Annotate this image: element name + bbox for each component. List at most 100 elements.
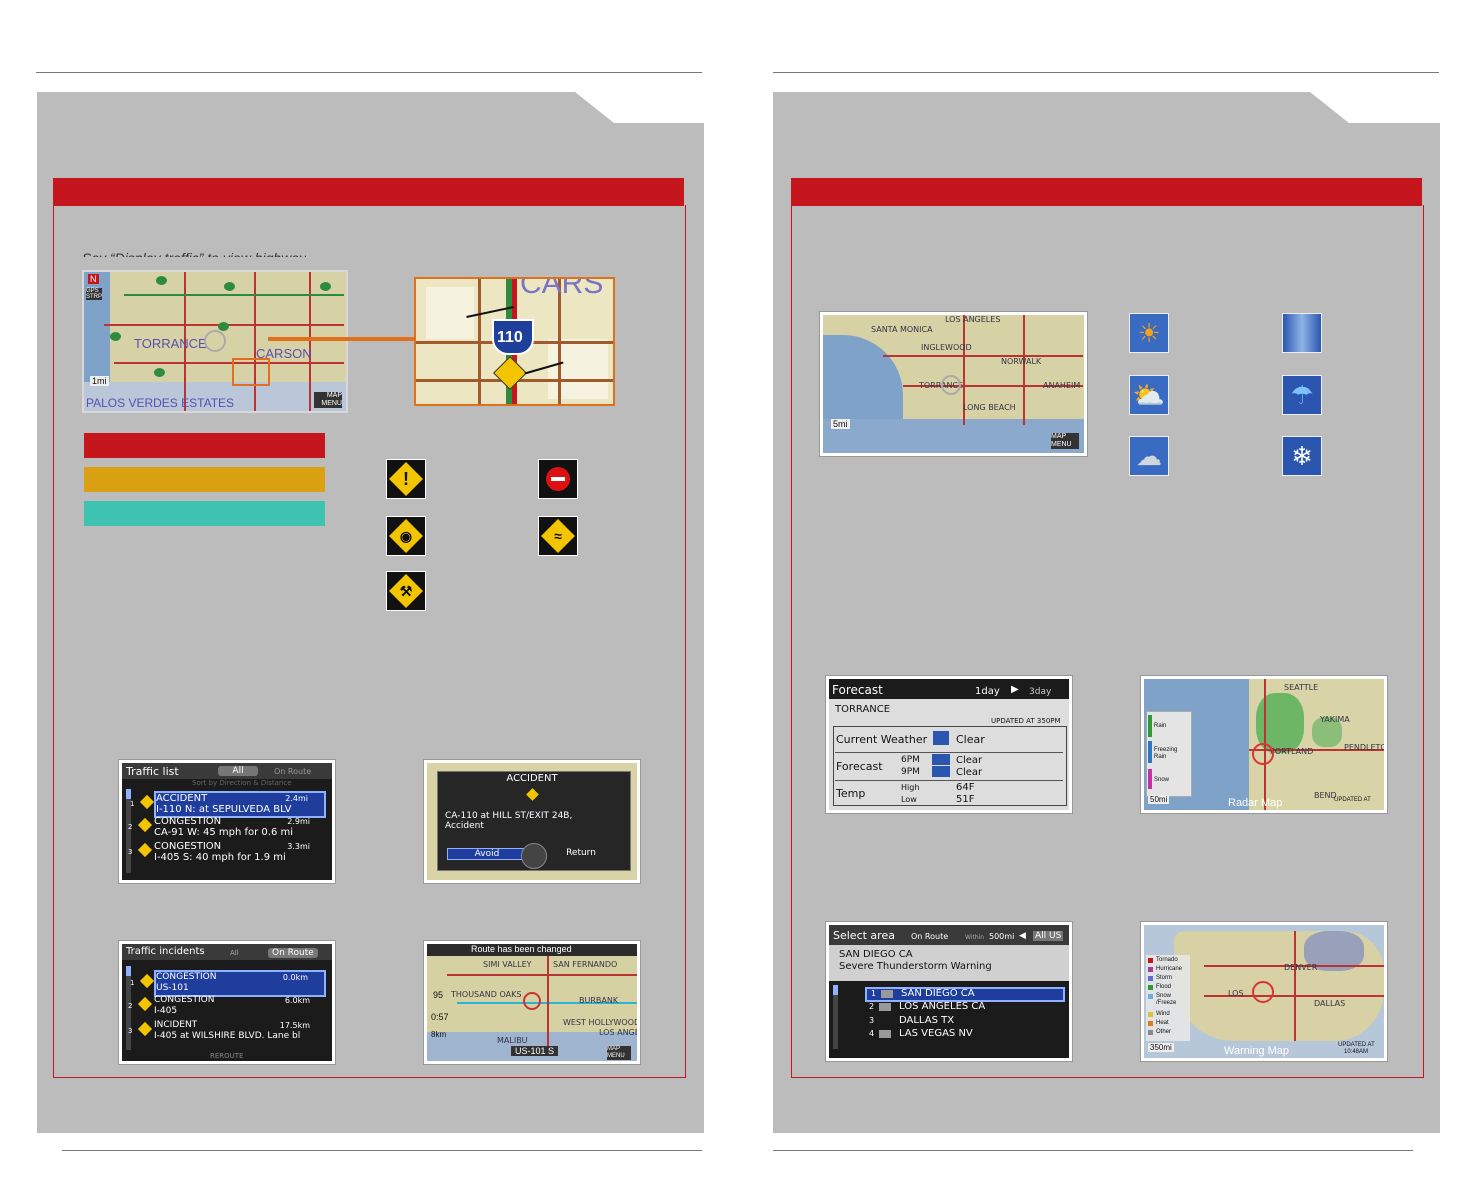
legend-swatch — [1148, 994, 1153, 999]
list-item[interactable]: 2 LOS ANGELES CA — [865, 1001, 1061, 1013]
city-label: INGLEWOOD — [921, 343, 972, 352]
select-area-screen: Select area On Route Within 500mi ◀ All … — [826, 922, 1072, 1061]
map-menu-button[interactable]: MAP MENU — [607, 1046, 631, 1060]
list-item[interactable]: 1 CONGESTION 0.0km US-101 — [130, 970, 326, 997]
map-menu-button[interactable]: MAP MENU — [314, 392, 342, 408]
avoid-button[interactable]: Avoid — [447, 848, 527, 860]
warning-type: Severe Thunderstorm Warning — [839, 961, 992, 972]
route-changed-title: Route has been changed — [471, 944, 572, 954]
incident-icon: ! — [386, 459, 426, 499]
map-menu-button[interactable]: MAP MENU — [1051, 433, 1079, 449]
warning-icon — [879, 1003, 891, 1011]
legend-label: Snow — [1154, 777, 1170, 783]
list-item[interactable]: 2 CONGESTION 2.9mi CA-91 W: 45 mph for 0… — [128, 816, 326, 839]
right-section-bar — [791, 178, 1422, 206]
top-rule-right — [773, 72, 1439, 73]
zoom-connector — [268, 337, 416, 341]
forecast-value-1: Clear — [956, 755, 983, 766]
freeway-line — [254, 272, 256, 411]
closure-icon — [538, 459, 578, 499]
scrollbar[interactable] — [833, 985, 838, 1049]
cloudy-icon: ☁ — [1129, 436, 1169, 476]
congestion-icon — [139, 973, 155, 989]
list-item[interactable]: 1 ACCIDENT 2.4mi I-110 N: at SEPULVEDA B… — [130, 791, 326, 818]
shield-icon — [320, 282, 331, 291]
city-label: TORRANCE — [134, 336, 207, 351]
freeway-line — [883, 355, 1083, 357]
list-item[interactable]: 2 CONGESTION 6.0km I-405 — [128, 995, 326, 1018]
legend-swatch — [1148, 715, 1152, 737]
city-label: LOS ANGELES — [945, 315, 1001, 324]
tab-3day[interactable]: 3day — [1029, 687, 1051, 697]
congestion-icon — [137, 842, 153, 858]
city-label: PORTLAND — [1270, 747, 1314, 756]
temp-high-value: 64F — [956, 782, 975, 793]
tab-on-route[interactable]: On Route — [268, 948, 318, 958]
shield-icon — [224, 282, 235, 291]
list-subtitle: Sort by Direction & Distance — [192, 779, 292, 787]
vehicle-position-icon — [1252, 743, 1274, 765]
legend-label: Other — [1156, 1029, 1172, 1035]
accident-popup-screen: ACCIDENT CA-110 at HILL ST/EXIT 24B, Acc… — [424, 760, 640, 883]
city-label: SANTA MONICA — [871, 325, 933, 334]
legend-label: Wind — [1156, 1011, 1170, 1017]
updated-time-value: 10:48AM — [1344, 1049, 1369, 1055]
scale-label: 50mi — [1148, 795, 1170, 804]
legend-teal — [84, 501, 325, 526]
freeway-line — [1023, 315, 1025, 425]
legend-label: Flood — [1156, 984, 1172, 990]
legend-red — [84, 433, 325, 458]
tab-on-route[interactable]: On Route — [274, 767, 311, 776]
traffic-map-zoom: CARS 110 — [414, 277, 615, 406]
legend-swatch — [1148, 967, 1153, 972]
reroute-label[interactable]: REROUTE — [210, 1052, 243, 1060]
list-item[interactable]: 4 LAS VEGAS NV — [865, 1028, 1061, 1040]
temp-label: Temp — [836, 787, 866, 800]
return-button[interactable]: Return — [545, 848, 617, 858]
within-value[interactable]: 500mi — [989, 932, 1014, 941]
weather-road-icon: ≈ — [538, 516, 578, 556]
left-arrow-icon: ◀ — [1019, 931, 1026, 941]
shield-icon — [156, 276, 167, 285]
tab-1day[interactable]: 1day — [975, 686, 1000, 697]
legend-label: Heat — [1156, 1020, 1169, 1026]
tab-all[interactable]: All — [218, 766, 258, 776]
vehicle-position-icon — [523, 992, 541, 1010]
legend-swatch — [1148, 1012, 1153, 1017]
current-weather-label: Current Weather — [836, 733, 928, 746]
city-label: SEATTLE — [1284, 683, 1319, 692]
updated-time: UPDATED AT — [1334, 797, 1371, 803]
scale-label: 8km — [431, 1030, 447, 1039]
city-label: SAN FERNANDO — [553, 960, 618, 969]
accident-icon: ◉ — [386, 516, 426, 556]
list-item[interactable]: 3 INCIDENT 17.5km I-405 at WILSHIRE BLVD… — [128, 1020, 326, 1043]
list-item[interactable]: 3 CONGESTION 3.3mi I-405 S: 40 mph for 1… — [128, 841, 326, 864]
legend-amber — [84, 467, 325, 492]
shield-icon — [110, 332, 121, 341]
forecast-time-2: 9PM — [901, 767, 920, 777]
tab-all-us[interactable]: All US — [1033, 931, 1064, 941]
city-label: CARS — [520, 277, 604, 300]
construction-icon: ⚒ — [386, 571, 426, 611]
map-title: Radar Map — [1228, 797, 1283, 809]
temp-low-label: Low — [901, 795, 917, 804]
screen-title: Traffic incidents — [126, 946, 205, 957]
popup-title: ACCIDENT — [506, 773, 558, 784]
weather-icon — [932, 754, 950, 765]
current-weather-value: Clear — [956, 733, 985, 746]
legend-swatch — [1148, 985, 1153, 990]
park-area — [548, 339, 608, 399]
list-item[interactable]: 3 DALLAS TX — [865, 1015, 1061, 1027]
city-label: LOS — [1228, 989, 1244, 998]
park-area — [426, 287, 474, 339]
tab-all[interactable]: All — [230, 949, 239, 957]
list-item[interactable]: 1 SAN DIEGO CA — [865, 987, 1065, 1002]
tab-on-route[interactable]: On Route — [911, 932, 948, 941]
screen-title: Forecast — [832, 683, 883, 697]
tab-within[interactable]: Within — [965, 934, 984, 941]
updated-time: UPDATED AT 350PM — [991, 717, 1061, 725]
scale-label: 350mi — [1148, 1043, 1174, 1052]
shield-icon — [218, 322, 229, 331]
popup-body-line2: Accident — [445, 821, 484, 831]
compass: N — [88, 274, 99, 284]
